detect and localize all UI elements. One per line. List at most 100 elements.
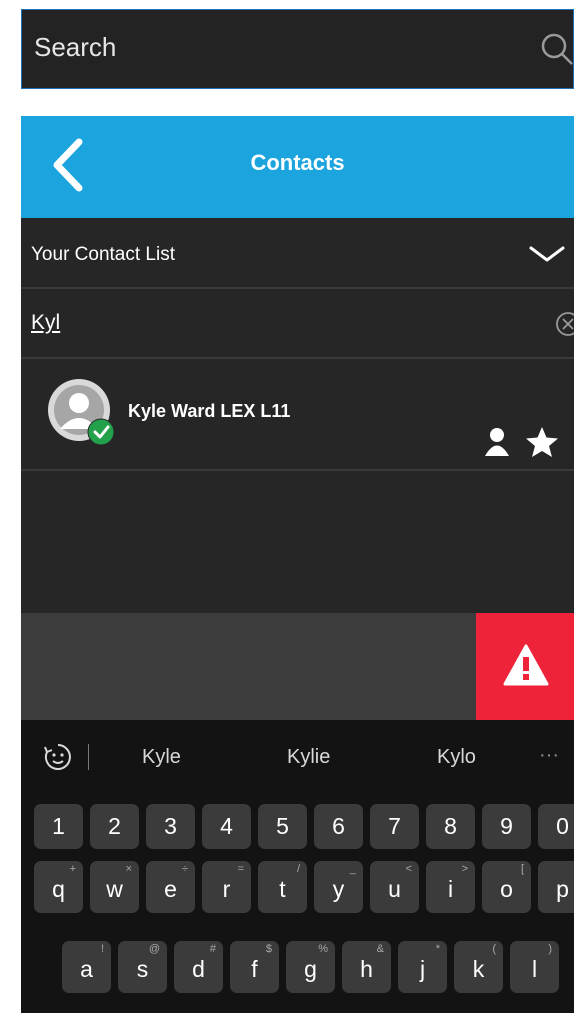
key-alt-label: # (209, 943, 216, 955)
key-7[interactable]: 7 (370, 804, 419, 849)
contact-name: Kyle Ward LEX L11 (128, 401, 291, 421)
key-label: i (447, 876, 454, 902)
key-label: g (304, 956, 317, 982)
search-icon[interactable] (540, 32, 574, 71)
key-label: f (251, 956, 258, 982)
key-f[interactable]: f $ (230, 941, 279, 993)
key-label: q (52, 876, 65, 902)
key-h[interactable]: h & (342, 941, 391, 993)
key-1[interactable]: 1 (34, 804, 83, 849)
suggestion[interactable]: Kyle (142, 746, 181, 769)
contacts-app: Contacts Your Contact List Kyl Kyle Ward… (21, 116, 574, 1013)
key-label: o (500, 876, 513, 902)
key-label: 5 (276, 813, 289, 839)
clear-circle-icon[interactable] (555, 311, 574, 342)
key-3[interactable]: 3 (146, 804, 195, 849)
key-alt-label: $ (265, 943, 272, 955)
key-label: p (556, 876, 569, 902)
key-alt-label: % (318, 943, 328, 955)
key-alt-label: ( (492, 943, 496, 955)
key-label: 6 (332, 813, 345, 839)
key-alt-label: & (376, 943, 384, 955)
key-w[interactable]: w × (90, 861, 139, 913)
key-label: j (419, 956, 426, 982)
key-label: e (164, 876, 177, 902)
key-i[interactable]: i > (426, 861, 475, 913)
avatar (46, 377, 116, 447)
key-label: 9 (500, 813, 513, 839)
key-2[interactable]: 2 (90, 804, 139, 849)
chevron-down-icon[interactable] (528, 244, 566, 269)
key-label: 8 (444, 813, 457, 839)
key-label: s (136, 956, 149, 982)
suggestion[interactable]: Kylie (287, 746, 330, 769)
key-alt-label: = (237, 863, 244, 875)
key-label: a (80, 956, 93, 982)
key-label: 2 (108, 813, 121, 839)
key-alt-label: ÷ (181, 863, 188, 875)
key-alt-label: > (461, 863, 468, 875)
key-9[interactable]: 9 (482, 804, 531, 849)
key-8[interactable]: 8 (426, 804, 475, 849)
more-suggestions-icon[interactable]: ··· (539, 744, 559, 767)
contact-list-label: Your Contact List (31, 244, 175, 265)
key-l[interactable]: l) (510, 941, 559, 993)
key-t[interactable]: t / (258, 861, 307, 913)
key-p[interactable]: p] (538, 861, 574, 913)
key-label: w (106, 876, 123, 902)
key-label: r (222, 876, 231, 902)
key-label: t (279, 876, 286, 902)
key-alt-label: ! (100, 943, 104, 955)
key-alt-label: / (296, 863, 300, 875)
key-q[interactable]: q + (34, 861, 83, 913)
key-label: 1 (52, 813, 65, 839)
star-icon[interactable] (525, 425, 559, 464)
key-k[interactable]: k( (454, 941, 503, 993)
person-icon[interactable] (483, 427, 511, 462)
key-4[interactable]: 4 (202, 804, 251, 849)
contact-search-input[interactable] (31, 309, 131, 337)
top-search-placeholder: Search (34, 32, 117, 62)
key-g[interactable]: g% (286, 941, 335, 993)
on-screen-keyboard: Kyle Kylie Kylo ··· 1 2 3 4 5 6 7 8 9 0 q + w × e ÷ r = t /… (21, 720, 574, 1013)
warning-icon (503, 643, 549, 692)
alert-button[interactable] (476, 613, 574, 720)
app-header: Contacts (21, 116, 574, 218)
key-label: l (531, 956, 538, 982)
key-label: h (360, 956, 373, 982)
key-alt-label: @ (148, 943, 160, 955)
key-label: y (332, 876, 345, 902)
key-d[interactable]: d # (174, 941, 223, 993)
key-label: 3 (164, 813, 177, 839)
key-y[interactable]: y _ (314, 861, 363, 913)
top-search-bar[interactable]: Search (21, 9, 574, 89)
key-o[interactable]: o[ (482, 861, 531, 913)
suggestion[interactable]: Kylo (437, 746, 476, 769)
key-alt-label: _ (349, 863, 356, 875)
divider (88, 744, 89, 770)
key-label: d (192, 956, 205, 982)
key-6[interactable]: 6 (314, 804, 363, 849)
key-alt-label: × (125, 863, 132, 875)
contact-list-dropdown[interactable]: Your Contact List (21, 218, 574, 289)
key-u[interactable]: u < (370, 861, 419, 913)
key-alt-label: * (435, 943, 440, 955)
key-alt-label: < (405, 863, 412, 875)
key-e[interactable]: e ÷ (146, 861, 195, 913)
key-label: 7 (388, 813, 401, 839)
key-alt-label: ) (548, 943, 552, 955)
key-label: u (388, 876, 401, 902)
key-s[interactable]: s @ (118, 941, 167, 993)
emoji-icon[interactable] (43, 742, 73, 777)
list-item[interactable]: Kyle Ward LEX L11 (21, 359, 574, 471)
empty-list-area (21, 471, 574, 613)
key-a[interactable]: a! (62, 941, 111, 993)
contact-search-row (21, 289, 574, 359)
key-5[interactable]: 5 (258, 804, 307, 849)
key-r[interactable]: r = (202, 861, 251, 913)
key-label: 4 (220, 813, 233, 839)
page-title: Contacts (250, 150, 345, 175)
key-0[interactable]: 0 (538, 804, 574, 849)
key-j[interactable]: j * (398, 941, 447, 993)
key-alt-label: [ (520, 863, 524, 875)
